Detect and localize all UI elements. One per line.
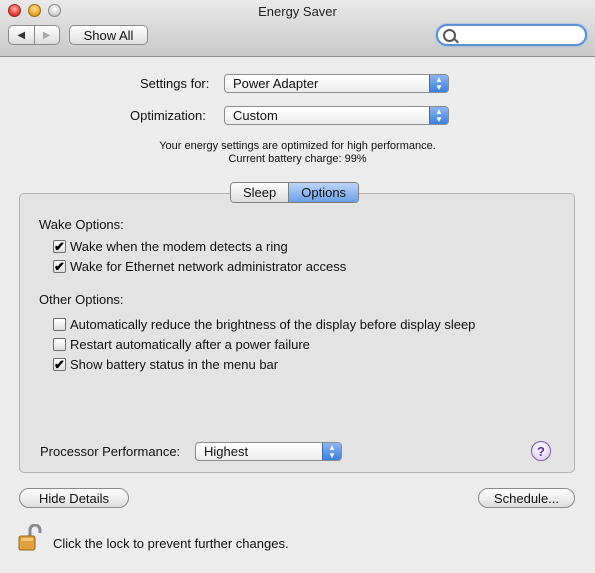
reduce-brightness-label: Automatically reduce the brightness of t… (70, 317, 476, 332)
show-battery-status-option[interactable]: ✔ Show battery status in the menu bar (53, 357, 278, 372)
hide-details-button[interactable]: Hide Details (19, 488, 129, 508)
window-title: Energy Saver (258, 4, 337, 19)
window-toolbar: Energy Saver ◀ ▶ Show All (0, 0, 595, 57)
optimization-label: Optimization: (130, 108, 206, 123)
optimization-note: Your energy settings are optimized for h… (159, 140, 436, 152)
wake-modem-checkbox[interactable]: ✔ (53, 240, 66, 253)
show-battery-status-label: Show battery status in the menu bar (70, 357, 279, 372)
back-forward-control: ◀ ▶ (8, 25, 60, 45)
tab-sleep[interactable]: Sleep (231, 183, 290, 202)
processor-performance-label: Processor Performance: (40, 444, 181, 459)
reduce-brightness-option[interactable]: Automatically reduce the brightness of t… (53, 317, 475, 332)
popup-arrows-icon: ▲ ▼ (322, 443, 341, 460)
lock-open-icon[interactable] (18, 524, 42, 552)
settings-for-popup[interactable]: Power Adapter ▲ ▼ (224, 74, 449, 93)
schedule-button[interactable]: Schedule... (478, 488, 575, 508)
optimization-popup[interactable]: Custom ▲ ▼ (224, 106, 449, 125)
popup-arrows-icon: ▲ ▼ (429, 75, 448, 92)
options-panel (19, 193, 575, 473)
settings-for-value: Power Adapter (233, 76, 319, 91)
show-battery-status-checkbox[interactable]: ✔ (53, 358, 66, 371)
other-options-heading: Other Options: (39, 292, 124, 307)
popup-arrows-icon: ▲ ▼ (429, 107, 448, 124)
optimization-value: Custom (233, 108, 278, 123)
processor-performance-value: Highest (204, 444, 249, 459)
tab-options[interactable]: Options (289, 183, 359, 202)
battery-charge-note: Current battery charge: 99% (228, 153, 367, 165)
search-icon (443, 29, 456, 42)
restart-after-power-failure-checkbox[interactable] (53, 338, 66, 351)
back-button[interactable]: ◀ (9, 26, 35, 44)
help-button[interactable]: ? (531, 441, 551, 461)
wake-modem-label: Wake when the modem detects a ring (70, 239, 288, 254)
restart-after-power-failure-label: Restart automatically after a power fail… (70, 337, 310, 352)
reduce-brightness-checkbox[interactable] (53, 318, 66, 331)
tab-control: Sleep Options (230, 182, 360, 203)
restart-after-power-failure-option[interactable]: Restart automatically after a power fail… (53, 337, 310, 352)
wake-options-heading: Wake Options: (39, 217, 124, 232)
wake-ethernet-label: Wake for Ethernet network administrator … (70, 259, 347, 274)
search-field[interactable] (436, 24, 587, 46)
show-all-button[interactable]: Show All (69, 25, 148, 45)
wake-ethernet-option[interactable]: ✔ Wake for Ethernet network administrato… (53, 259, 346, 274)
processor-performance-popup[interactable]: Highest ▲ ▼ (195, 442, 342, 461)
lock-hint-text: Click the lock to prevent further change… (53, 536, 289, 551)
wake-ethernet-checkbox[interactable]: ✔ (53, 260, 66, 273)
forward-button[interactable]: ▶ (35, 26, 60, 44)
settings-for-label: Settings for: (140, 76, 210, 91)
wake-modem-option[interactable]: ✔ Wake when the modem detects a ring (53, 239, 288, 254)
